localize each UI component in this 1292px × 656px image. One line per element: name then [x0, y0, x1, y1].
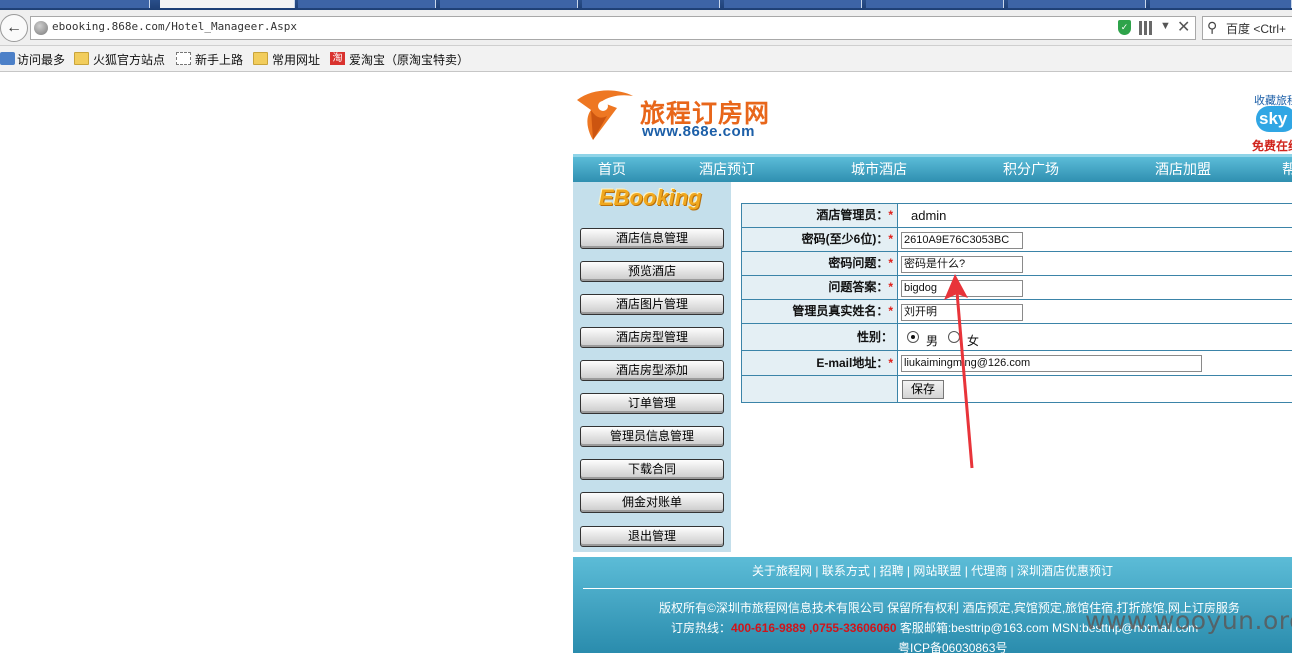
add-room-type-button[interactable]: 酒店房型添加 — [580, 360, 724, 381]
browser-tab[interactable] — [866, 0, 1004, 8]
footer-links[interactable]: 关于旅程网 | 联系方式 | 招聘 | 网站联盟 | 代理商 | 深圳酒店优惠预… — [573, 562, 1292, 579]
annotation-arrow-icon — [944, 274, 974, 469]
close-icon[interactable]: ✕ — [1177, 17, 1190, 37]
empty-label-cell — [742, 376, 898, 402]
orders-button[interactable]: 订单管理 — [580, 393, 724, 414]
nav-city-hotels[interactable]: 城市酒店 — [851, 159, 907, 179]
download-contract-button[interactable]: 下载合同 — [580, 459, 724, 480]
admin-value: admin — [911, 208, 947, 223]
nav-hotel-booking[interactable]: 酒店预订 — [699, 159, 755, 179]
browser-tab[interactable] — [440, 0, 578, 8]
taobao-icon: 淘 — [330, 52, 345, 65]
browser-tab[interactable] — [1008, 0, 1146, 8]
nav-help[interactable]: 帮 — [1282, 159, 1292, 179]
password-field[interactable]: 2610A9E76C3053BC — [901, 232, 1023, 249]
browser-tab[interactable] — [724, 0, 862, 8]
url-text[interactable]: ebooking.868e.com/Hotel_Manageer.Aspx — [52, 20, 297, 33]
dropdown-icon[interactable]: ▼ — [1160, 20, 1171, 32]
most-visited-icon — [0, 52, 15, 65]
bookmark-common-sites[interactable]: 常用网址 — [272, 51, 320, 68]
search-icon: ⚲ — [1207, 19, 1218, 35]
bookmark-firefox-site[interactable]: 火狐官方站点 — [93, 51, 165, 68]
qr-code-icon[interactable] — [1139, 21, 1153, 35]
browser-tab-active[interactable] — [160, 0, 295, 8]
hotel-info-button[interactable]: 酒店信息管理 — [580, 228, 724, 249]
back-arrow-icon: ← — [6, 19, 22, 36]
globe-icon — [34, 21, 48, 35]
logout-button[interactable]: 退出管理 — [580, 526, 724, 547]
email-label: E-mail地址：* — [742, 351, 898, 375]
free-call-text: 免费在线 — [1252, 139, 1292, 153]
nav-home[interactable]: 首页 — [598, 159, 626, 179]
icp-number: 粤ICP备06030863号 — [898, 641, 1008, 655]
save-button[interactable]: 保存 — [902, 380, 944, 399]
browser-tab[interactable] — [298, 0, 436, 8]
gender-male-label: 男 — [926, 334, 939, 348]
shield-icon[interactable]: ✓ — [1118, 20, 1131, 35]
hotline-label: 订房热线： — [671, 621, 732, 635]
real-name-label: 管理员真实姓名：* — [742, 300, 898, 323]
browser-tab[interactable] — [1150, 0, 1292, 8]
footer-divider — [583, 588, 1292, 589]
search-placeholder: 百度 <Ctrl+ — [1226, 22, 1287, 36]
watermark: www.wooyun.org — [1085, 606, 1292, 635]
back-button[interactable]: ← — [0, 14, 28, 42]
nav-points-plaza[interactable]: 积分广场 — [1003, 159, 1059, 179]
browser-tab[interactable] — [582, 0, 720, 8]
hotline-numbers: 400-616-9889 ,0755-33606060 — [731, 621, 897, 635]
preview-hotel-button[interactable]: 预览酒店 — [580, 261, 724, 282]
logo-swoosh-icon — [577, 90, 633, 140]
gender-male-radio[interactable] — [907, 331, 919, 343]
bookmark-most-visited[interactable]: 访问最多 — [17, 51, 65, 68]
bookmarks-toolbar — [0, 46, 1292, 72]
commission-statement-button[interactable]: 佣金对账单 — [580, 492, 724, 513]
admin-info-button[interactable]: 管理员信息管理 — [580, 426, 724, 447]
ebooking-logo: EBooking — [599, 185, 702, 210]
browser-tab-strip — [0, 0, 1292, 10]
room-types-button[interactable]: 酒店房型管理 — [580, 327, 724, 348]
nav-hotel-join[interactable]: 酒店加盟 — [1155, 159, 1211, 179]
folder-icon — [253, 52, 268, 65]
gender-label: 性别： — [742, 324, 898, 350]
password-label: 密码(至少6位)：* — [742, 228, 898, 251]
hotel-photos-button[interactable]: 酒店图片管理 — [580, 294, 724, 315]
bookmark-getting-started[interactable]: 新手上路 — [195, 51, 243, 68]
answer-label: 问题答案：* — [742, 276, 898, 299]
security-question-label: 密码问题：* — [742, 252, 898, 275]
logo-url: www.868e.com — [642, 123, 755, 140]
admin-label: 酒店管理员：* — [742, 204, 898, 227]
folder-icon — [74, 52, 89, 65]
skype-icon[interactable]: sky — [1256, 106, 1292, 132]
browser-tab[interactable] — [0, 0, 150, 8]
page-icon — [176, 52, 191, 65]
bookmark-aitaobao[interactable]: 爱淘宝（原淘宝特卖） — [349, 51, 469, 68]
